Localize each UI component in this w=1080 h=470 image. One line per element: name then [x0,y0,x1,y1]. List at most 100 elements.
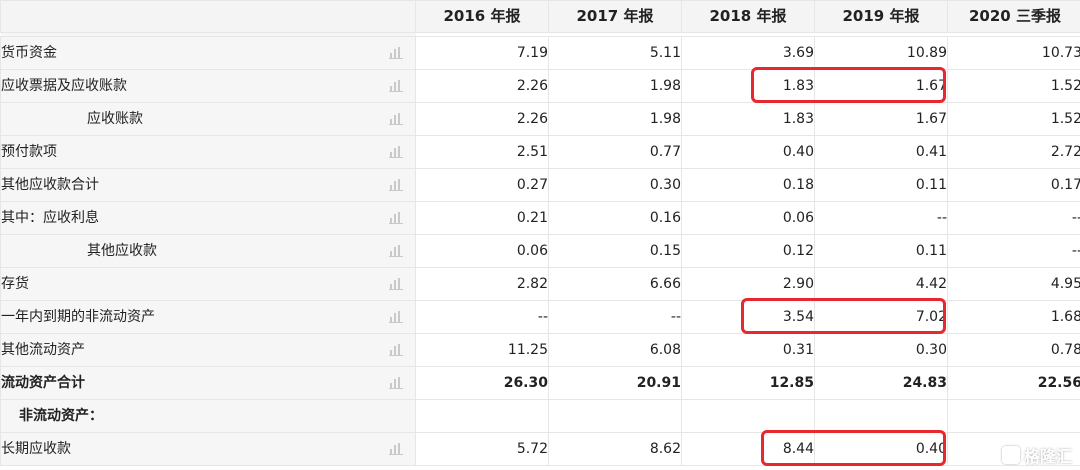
value-cell: 0.27 [415,168,549,202]
value-cell: 24.83 [814,366,948,400]
row-label: 其他流动资产 [1,342,86,358]
column-header-2019[interactable]: 2019 年报 [814,0,948,33]
row-label-cell: 长期应收款 [0,432,416,466]
value-cell: 2.90 [681,267,815,301]
value-cell: 0.41 [814,135,948,169]
row-label: 其他应收款 [87,243,157,259]
chart-icon-bar [389,454,403,455]
table-row: 长期应收款 5.72 8.62 8.44 0.40 [0,432,1080,466]
value-cell: 0.40 [814,432,948,466]
bar-chart-icon[interactable] [389,80,403,92]
bar-chart-icon[interactable] [389,47,403,59]
row-label-cell: 存货 [0,267,416,301]
value-cell: 10.89 [814,36,948,70]
value-cell: 20.91 [548,366,682,400]
row-label: 预付款项 [1,144,58,160]
value-cell: 0.06 [681,201,815,235]
table-row: 其他应收款 0.060.150.120.11-- [0,234,1080,268]
bar-chart-icon[interactable] [389,146,403,158]
column-header-2017[interactable]: 2017 年报 [548,0,682,33]
value-cell: 1.83 [681,69,815,103]
value-cell: 8.62 [548,432,682,466]
value-cell: 6.66 [548,267,682,301]
row-label-cell: 流动资产合计 [0,366,416,400]
value-cell: 11.25 [415,333,549,367]
bar-chart-icon[interactable] [389,212,403,224]
row-label-cell: 应收票据及应收账款 [0,69,416,103]
value-cell: 1.67 [814,69,948,103]
row-label: 应收账款 [87,111,143,127]
value-cell: 0.31 [681,333,815,367]
bar-chart-icon[interactable] [389,278,403,290]
value-cell: -- [415,300,549,334]
bar-chart-icon[interactable] [389,179,403,191]
table-row: 一年内到期的非流动资产 -- -- 3.54 7.02 1.68 [0,300,1080,334]
bar-chart-icon[interactable] [389,377,403,389]
value-cell: 3.54 [681,300,815,334]
table-row: 其他应收款合计 0.27 0.30 0.18 0.11 0.17 [0,168,1080,202]
value-cell [548,399,682,433]
value-cell: 0.12 [681,234,815,268]
row-label: 一年内到期的非流动资产 [1,309,156,325]
row-label: 长期应收款 [1,441,72,457]
row-label: 非流动资产： [19,408,103,424]
bar-chart-icon[interactable] [389,443,403,455]
row-label-cell: 一年内到期的非流动资产 [0,300,416,334]
value-cell: 0.40 [681,135,815,169]
watermark: 格隆汇 [999,444,1074,466]
table-row: 预付款项 2.51 0.77 0.40 0.41 2.72 [0,135,1080,169]
table-row: 存货 2.82 6.66 2.90 4.42 4.95 [0,267,1080,301]
value-cell: 6.08 [548,333,682,367]
table-row: 其他流动资产 11.25 6.08 0.31 0.30 0.78 [0,333,1080,367]
value-cell: -- [947,201,1080,235]
chart-icon-bar [389,223,403,224]
row-label-cell: 其他流动资产 [0,333,416,367]
chart-icon-bar [389,190,403,191]
value-cell: 0.11 [814,168,948,202]
row-label-cell: 应收账款 [0,102,416,136]
value-cell: 4.95 [947,267,1080,301]
value-cell: 2.72 [947,135,1080,169]
value-cell [814,399,948,433]
bar-chart-icon[interactable] [389,311,403,323]
value-cell: 0.17 [947,168,1080,202]
chart-icon-bar [389,91,403,92]
value-cell [415,399,549,433]
column-header-2016[interactable]: 2016 年报 [415,0,549,33]
value-cell: 2.82 [415,267,549,301]
value-cell: 2.51 [415,135,549,169]
value-cell: 7.19 [415,36,549,70]
row-label: 货币资金 [1,45,58,61]
value-cell: 10.73 [947,36,1080,70]
row-label: 流动资产合计 [1,375,86,391]
value-cell: 5.72 [415,432,549,466]
chart-icon-bar [389,322,403,323]
table-row: 应收票据及应收账款 2.26 1.98 1.83 1.67 1.52 [0,69,1080,103]
value-cell: 4.42 [814,267,948,301]
row-label-cell: 其他应收款 [0,234,416,268]
gelonghui-logo-icon [1001,446,1020,464]
value-cell [947,399,1080,433]
chart-icon-bar [389,256,403,257]
chart-icon-bar [389,289,403,290]
table-row: 流动资产合计 26.30 20.91 12.85 24.83 22.56 [0,366,1080,400]
column-header-2018[interactable]: 2018 年报 [681,0,815,33]
row-label-cell: 其中：应收利息 [0,201,416,235]
column-header-2020-q3[interactable]: 2020 三季报 [947,0,1080,33]
bar-chart-icon[interactable] [389,344,403,356]
bar-chart-icon[interactable] [389,245,403,257]
chart-icon-bar [389,388,403,389]
chart-icon-bar [389,58,403,59]
header-corner [0,0,416,33]
value-cell: 0.11 [814,234,948,268]
bar-chart-icon[interactable] [389,113,403,125]
header-row: 2016 年报 2017 年报 2018 年报 2019 年报 2020 三季报 [0,0,1080,33]
value-cell: 8.44 [681,432,815,466]
value-cell: 0.15 [548,234,682,268]
value-cell: 22.56 [947,366,1080,400]
value-cell: -- [548,300,682,334]
row-label: 存货 [1,276,30,292]
value-cell: 1.98 [548,102,682,136]
value-cell: 1.83 [681,102,815,136]
value-cell: 1.67 [814,102,948,136]
